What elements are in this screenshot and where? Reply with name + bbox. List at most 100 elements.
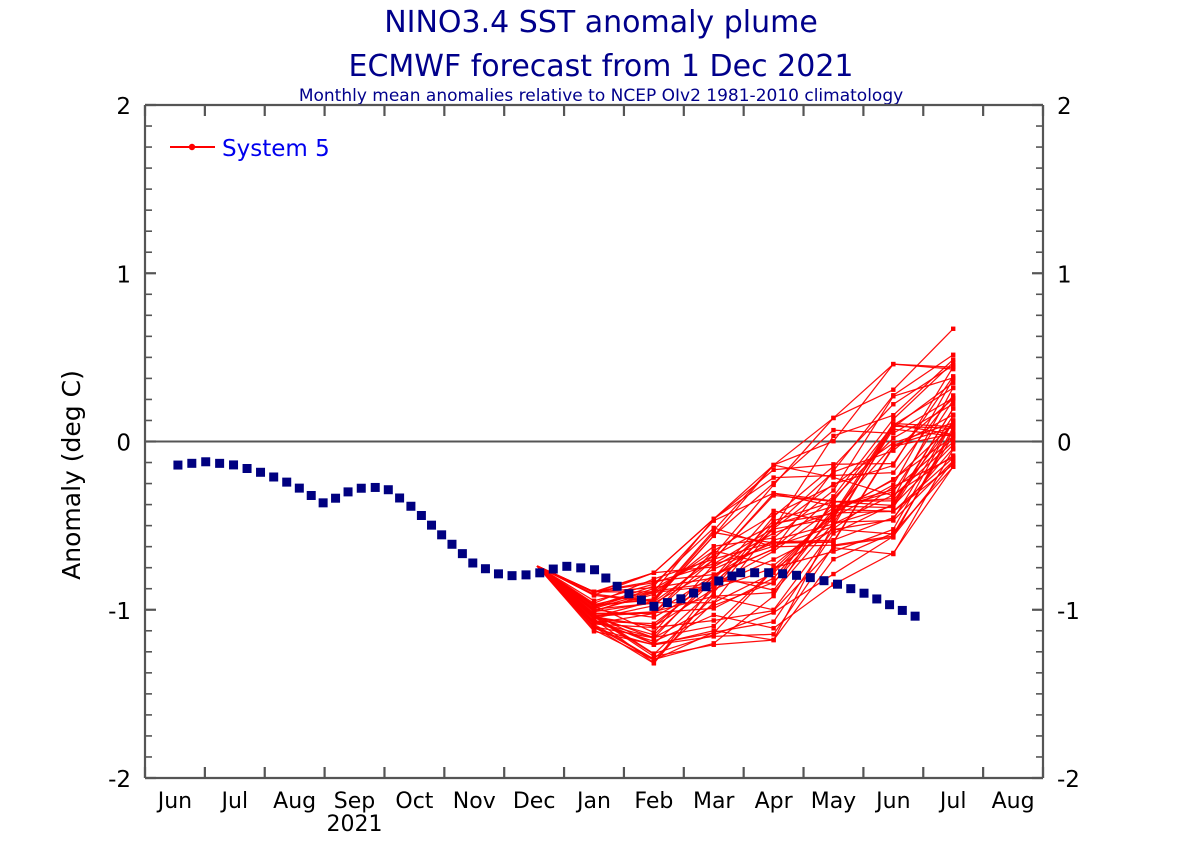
forecast-member-marker: [831, 526, 836, 531]
forecast-member-marker: [771, 540, 776, 546]
forecast-member-marker: [831, 439, 836, 444]
forecast-member-marker: [771, 462, 776, 468]
forecast-member-marker: [891, 416, 896, 422]
forecast-member-marker: [891, 426, 896, 432]
forecast-member-marker: [831, 464, 836, 469]
forecast-member-marker: [711, 557, 716, 562]
x-tick-label-month: Feb: [634, 789, 673, 814]
forecast-member-marker: [831, 481, 836, 487]
forecast-member-marker: [771, 626, 776, 631]
forecast-member-marker: [771, 608, 776, 613]
forecast-member-marker: [771, 482, 776, 488]
x-tick-label-month: Jan: [575, 789, 611, 814]
forecast-member-marker: [951, 406, 956, 411]
forecast-member-marker: [951, 385, 956, 391]
observed-dot: [356, 483, 366, 493]
forecast-member-marker: [891, 493, 896, 498]
forecast-member-marker: [651, 580, 657, 585]
forecast-member-marker: [651, 570, 657, 575]
forecast-member-marker: [711, 561, 716, 567]
forecast-member-marker: [711, 548, 716, 553]
x-tick-label-month: Jul: [938, 789, 967, 814]
observed-dot: [493, 569, 503, 579]
forecast-member-marker: [951, 352, 956, 357]
legend-marker-dot-icon: [188, 143, 196, 151]
observed-dot: [548, 564, 558, 574]
forecast-member-marker: [711, 630, 716, 636]
forecast-member-marker: [711, 623, 716, 629]
forecast-member-marker: [891, 550, 896, 556]
forecast-member-marker: [651, 615, 657, 620]
y-tick-label-right: 1: [1057, 262, 1072, 288]
observed-dot: [416, 510, 426, 520]
observed-dot: [480, 564, 490, 574]
forecast-member-marker: [651, 576, 657, 582]
observed-dot: [662, 598, 672, 608]
chart-subtitle: ECMWF forecast from 1 Dec 2021: [348, 49, 853, 84]
y-tick-label-left: 2: [116, 94, 131, 120]
forecast-member-marker: [651, 610, 657, 615]
observed-dot: [897, 605, 907, 615]
forecast-member-marker: [771, 514, 776, 519]
forecast-member-marker: [651, 630, 657, 635]
observed-dot: [457, 549, 467, 559]
forecast-member-marker: [891, 463, 896, 468]
observed-dot: [689, 588, 699, 598]
forecast-member-marker: [951, 380, 956, 385]
observed-dot: [676, 594, 686, 604]
forecast-member-marker: [711, 533, 716, 539]
y-tick-label-left: -1: [108, 599, 131, 625]
forecast-member-marker: [891, 517, 896, 522]
observed-dot: [576, 563, 586, 573]
observed-dot: [331, 493, 341, 503]
forecast-member-marker: [591, 602, 597, 608]
x-tick-label-month: May: [811, 789, 856, 814]
x-tick-label-month: Mar: [693, 789, 735, 814]
forecast-member-marker: [951, 397, 956, 403]
nino34-sst-anomaly-plume-chart: NINO3.4 SST anomaly plume ECMWF forecast…: [0, 0, 1202, 843]
forecast-member-marker: [831, 415, 836, 421]
y-tick-label-left: 1: [116, 262, 131, 288]
forecast-member-marker: [891, 387, 896, 392]
x-tick-label-month: Nov: [453, 789, 496, 814]
forecast-member-marker: [771, 580, 776, 585]
forecast-member-marker: [591, 593, 597, 598]
chart-caption: Monthly mean anomalies relative to NCEP …: [299, 86, 903, 106]
observed-dot: [792, 570, 802, 580]
forecast-member-marker: [951, 464, 956, 469]
forecast-member-marker: [831, 504, 836, 509]
forecast-member-marker: [651, 641, 657, 647]
forecast-member-marker: [951, 326, 956, 331]
chart-title: NINO3.4 SST anomaly plume: [384, 5, 818, 40]
observed-dot: [306, 490, 316, 500]
observed-dot: [764, 568, 774, 578]
forecast-member-marker: [831, 499, 836, 504]
y-tick-label-right: -2: [1057, 767, 1080, 793]
observed-dot: [507, 571, 517, 581]
x-tick-label-month: Sep: [334, 789, 375, 814]
forecast-member-marker: [951, 424, 956, 430]
observed-dot: [612, 581, 622, 591]
forecast-member-marker: [891, 470, 896, 475]
observed-dot: [256, 467, 266, 477]
observed-dot: [343, 487, 353, 497]
forecast-member-marker: [711, 642, 716, 647]
forecast-member-marker: [891, 361, 896, 367]
observed-dot: [395, 493, 405, 503]
forecast-member-marker: [951, 393, 956, 398]
forecast-member-marker: [711, 612, 716, 618]
forecast-member-marker: [651, 588, 657, 594]
forecast-member-marker: [891, 535, 896, 540]
observed-dot: [859, 588, 869, 598]
observed-dot: [294, 483, 304, 493]
observed-dot: [187, 458, 197, 468]
y-tick-label-right: 0: [1057, 431, 1072, 457]
forecast-member-marker: [831, 494, 836, 499]
forecast-member-marker: [891, 394, 896, 399]
forecast-member-marker: [771, 590, 776, 595]
observed-dot: [383, 485, 393, 495]
observed-dot: [173, 460, 183, 470]
forecast-member-marker: [951, 436, 956, 441]
observed-dot: [649, 601, 659, 611]
y-axis-label: Anomaly (deg C): [57, 370, 86, 580]
